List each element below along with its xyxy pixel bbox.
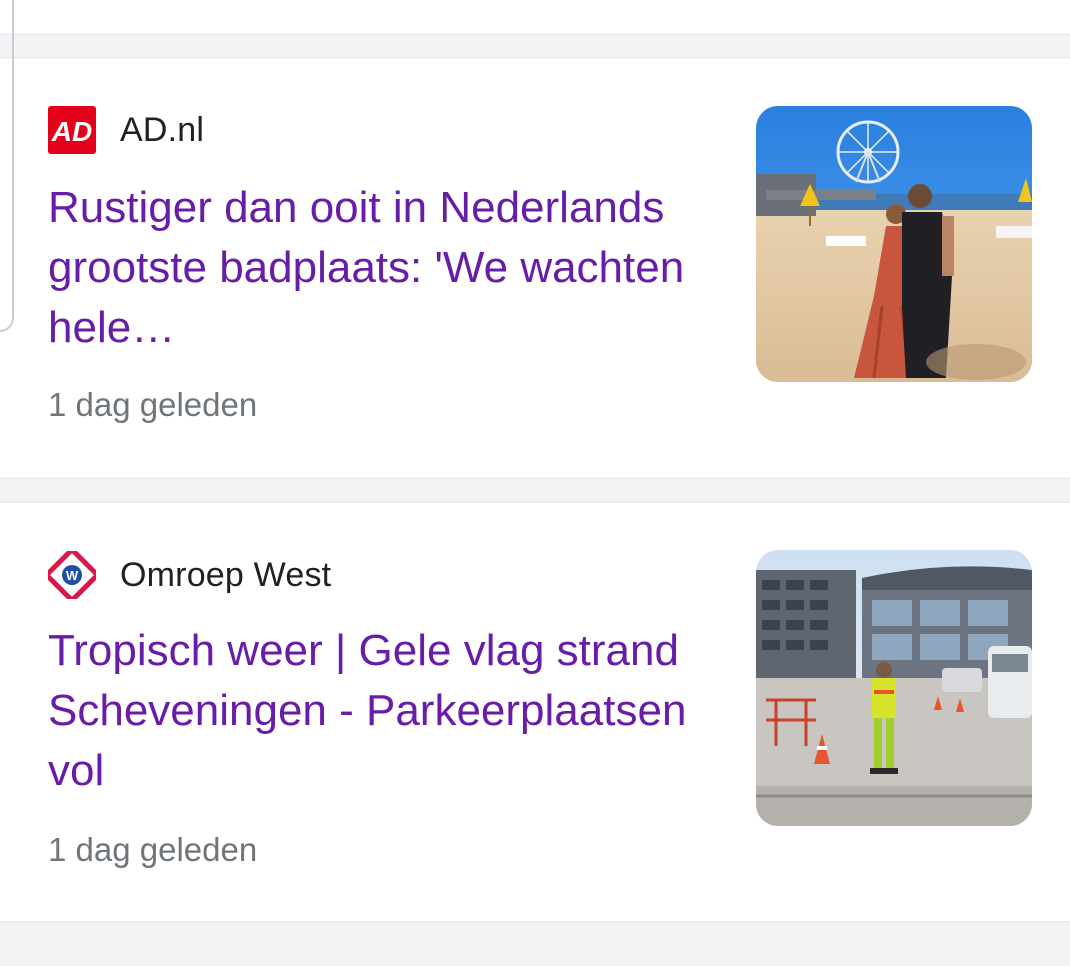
svg-text:W: W xyxy=(66,568,79,583)
ad-logo-icon: AD xyxy=(48,106,96,154)
source-row: W Omroep West xyxy=(48,551,331,599)
article-timestamp: 1 dag geleden xyxy=(48,831,258,868)
article-thumbnail[interactable] xyxy=(756,106,1032,382)
side-panel-edge xyxy=(0,0,14,332)
article-thumbnail[interactable] xyxy=(756,550,1032,826)
source-name: Omroep West xyxy=(120,555,332,594)
previous-card-edge xyxy=(0,0,1070,35)
article-headline[interactable]: Tropisch weer | Gele vlag strand Scheven… xyxy=(48,621,708,801)
news-card[interactable]: W Omroep West Tropisch weer | Gele vlag … xyxy=(0,502,1070,922)
omroep-west-logo-icon: W xyxy=(48,551,96,599)
source-name: AD.nl xyxy=(120,110,205,149)
article-headline[interactable]: Rustiger dan ooit in Nederlands grootste… xyxy=(48,178,708,358)
source-row: AD AD.nl xyxy=(48,106,204,154)
news-card[interactable]: AD AD.nl Rustiger dan ooit in Nederlands… xyxy=(0,57,1070,479)
article-timestamp: 1 dag geleden xyxy=(48,386,258,423)
news-feed: AD AD.nl Rustiger dan ooit in Nederlands… xyxy=(0,0,1070,966)
svg-text:AD: AD xyxy=(51,116,92,147)
